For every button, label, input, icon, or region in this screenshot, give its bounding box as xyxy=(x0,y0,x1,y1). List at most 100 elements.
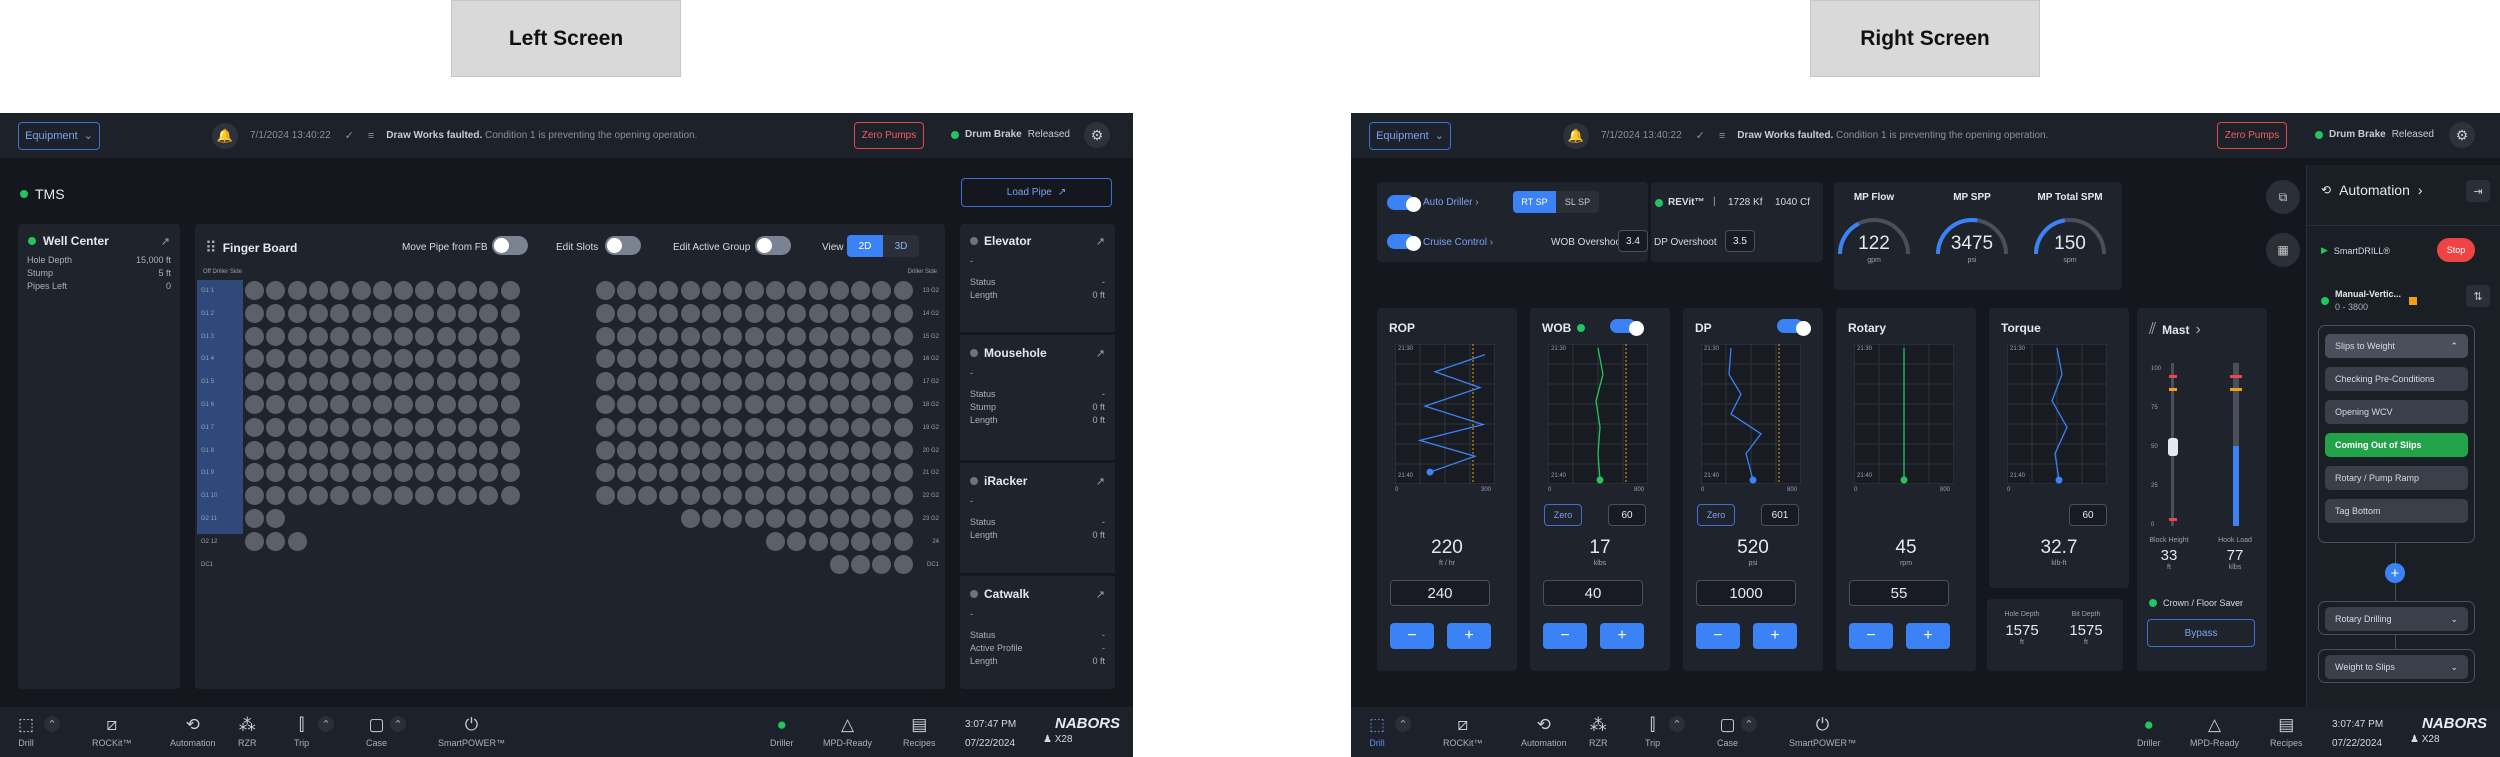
pipe-slot[interactable] xyxy=(893,509,913,528)
dp-overshoot-input[interactable]: 3.5 xyxy=(1725,230,1755,252)
weight-to-slips-button[interactable]: Weight to Slips ⌄ xyxy=(2325,655,2468,679)
pipe-slot[interactable] xyxy=(829,463,849,483)
pipe-slot[interactable] xyxy=(808,303,828,323)
pipe-slot[interactable] xyxy=(287,372,307,392)
view-3d-button[interactable]: 3D xyxy=(883,235,919,257)
nav-drill[interactable]: ⬚ Drill xyxy=(18,707,34,757)
pipe-slot[interactable] xyxy=(245,372,264,392)
decrement-button[interactable]: − xyxy=(1696,623,1740,649)
pipe-slot[interactable] xyxy=(702,486,721,506)
pipe-slot[interactable] xyxy=(372,326,392,346)
pipe-slot[interactable] xyxy=(659,395,679,414)
pipe-slot[interactable] xyxy=(638,486,658,506)
alarm-list-icon[interactable]: ≡ xyxy=(368,130,374,142)
driller-button[interactable]: ● Driller xyxy=(770,707,794,757)
pipe-slot[interactable] xyxy=(787,509,807,528)
stop-button[interactable]: Stop xyxy=(2437,238,2475,262)
pipe-slot[interactable] xyxy=(851,417,871,437)
increment-button[interactable]: + xyxy=(1600,623,1644,649)
pipe-slot[interactable] xyxy=(765,349,785,369)
wob-overshoot-input[interactable]: 3.4 xyxy=(1618,230,1648,252)
pipe-slot[interactable] xyxy=(394,326,414,346)
pipe-slot[interactable] xyxy=(744,372,764,392)
pipe-slot[interactable] xyxy=(829,372,849,392)
pipe-slot[interactable] xyxy=(723,349,743,369)
pipe-slot[interactable] xyxy=(500,372,520,392)
pipe-slot[interactable] xyxy=(245,303,264,323)
pipe-slot[interactable] xyxy=(436,303,456,323)
pipe-slot[interactable] xyxy=(330,417,350,437)
gear-icon[interactable]: ⚙ xyxy=(2449,122,2475,148)
pipe-slot[interactable] xyxy=(893,372,913,392)
pipe-slot[interactable] xyxy=(287,440,307,460)
sl-sp-button[interactable]: SL SP xyxy=(1556,191,1599,213)
pipe-slot[interactable] xyxy=(893,440,913,460)
pipe-slot[interactable] xyxy=(829,326,849,346)
auto-driller-link[interactable]: Auto Driller › xyxy=(1423,197,1479,208)
pipe-slot[interactable] xyxy=(308,417,328,437)
automation-header[interactable]: ⟲ Automation › xyxy=(2321,182,2423,198)
pipe-slot[interactable] xyxy=(808,440,828,460)
pipe-slot[interactable] xyxy=(415,303,435,323)
decrement-button[interactable]: − xyxy=(1543,623,1587,649)
pipe-slot[interactable] xyxy=(787,349,807,369)
pipe-slot[interactable] xyxy=(287,395,307,414)
sliders-icon[interactable]: ⇅ xyxy=(2466,285,2490,307)
pipe-slot[interactable] xyxy=(680,349,700,369)
pipe-slot[interactable] xyxy=(638,326,658,346)
pipe-slot[interactable] xyxy=(893,395,913,414)
zero-button[interactable]: Zero xyxy=(1544,504,1582,526)
pipe-slot[interactable] xyxy=(287,303,307,323)
pipe-slot[interactable] xyxy=(808,372,828,392)
pipe-slot[interactable] xyxy=(893,281,913,300)
pipe-slot[interactable] xyxy=(872,463,892,483)
pipe-slot[interactable] xyxy=(851,395,871,414)
zero-pumps-button[interactable]: Zero Pumps xyxy=(2217,122,2287,149)
pipe-slot[interactable] xyxy=(458,372,477,392)
pipe-slot[interactable] xyxy=(330,372,350,392)
pipe-slot[interactable] xyxy=(266,463,286,483)
pipe-slot[interactable] xyxy=(680,509,700,528)
pipe-slot[interactable] xyxy=(415,326,435,346)
pipe-slot[interactable] xyxy=(500,417,520,437)
pipe-slot[interactable] xyxy=(245,326,264,346)
pipe-slot[interactable] xyxy=(372,486,392,506)
pipe-slot[interactable] xyxy=(829,349,849,369)
pipe-slot[interactable] xyxy=(394,349,414,369)
pipe-slot[interactable] xyxy=(765,417,785,437)
pipe-slot[interactable] xyxy=(266,509,286,528)
pipe-slot[interactable] xyxy=(723,417,743,437)
pipe-slot[interactable] xyxy=(308,395,328,414)
pipe-slot[interactable] xyxy=(436,395,456,414)
pipe-slot[interactable] xyxy=(351,440,371,460)
pipe-slot[interactable] xyxy=(872,281,892,300)
pipe-slot[interactable] xyxy=(287,349,307,369)
pipe-slot[interactable] xyxy=(744,303,764,323)
pipe-slot[interactable] xyxy=(308,281,328,300)
pipe-slot[interactable] xyxy=(479,417,499,437)
pipe-slot[interactable] xyxy=(744,509,764,528)
chevron-up-icon[interactable]: ⌃ xyxy=(390,716,406,732)
pipe-slot[interactable] xyxy=(829,509,849,528)
pipe-slot[interactable] xyxy=(479,463,499,483)
increment-button[interactable]: + xyxy=(1753,623,1797,649)
pipe-slot[interactable] xyxy=(436,281,456,300)
pipe-slot[interactable] xyxy=(245,349,264,369)
nav-case[interactable]: ▢ Case xyxy=(366,707,387,757)
pipe-slot[interactable] xyxy=(765,509,785,528)
pipe-slot[interactable] xyxy=(851,509,871,528)
pipe-slot[interactable] xyxy=(415,349,435,369)
pipe-slot[interactable] xyxy=(330,440,350,460)
pipe-slot[interactable] xyxy=(787,372,807,392)
pipe-slot[interactable] xyxy=(680,326,700,346)
recipes-button[interactable]: ▤ Recipes xyxy=(2270,707,2303,757)
pipe-slot[interactable] xyxy=(787,463,807,483)
pipe-slot[interactable] xyxy=(808,509,828,528)
pipe-slot[interactable] xyxy=(659,326,679,346)
setpoint-input[interactable]: 40 xyxy=(1543,580,1643,606)
pipe-slot[interactable] xyxy=(330,395,350,414)
pipe-slot[interactable] xyxy=(330,281,350,300)
pipe-slot[interactable] xyxy=(808,417,828,437)
pipe-slot[interactable] xyxy=(851,440,871,460)
mpd-ready-button[interactable]: △ MPD-Ready xyxy=(823,707,872,757)
